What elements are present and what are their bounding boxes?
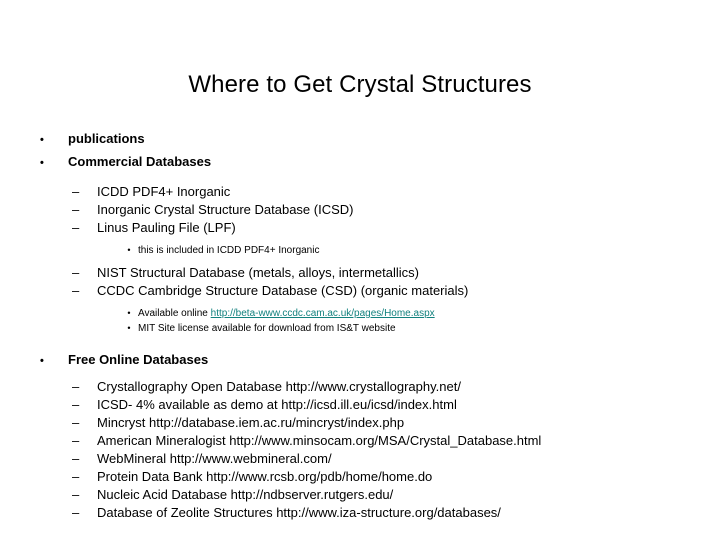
dash-marker-icon: – — [72, 379, 80, 394]
bullet-item-protein-data-bank: – Protein Data Bank http://www.rcsb.org/… — [0, 468, 720, 486]
bullet-item-zeolite-structures: – Database of Zeolite Structures http://… — [0, 504, 720, 522]
bullet-text: WebMineral http://www.webmineral.com/ — [97, 451, 332, 466]
bullet-text: ICSD- 4% available as demo at http://ics… — [97, 397, 457, 412]
bullet-text: NIST Structural Database (metals, alloys… — [97, 265, 419, 280]
bullet-item-cod: – Crystallography Open Database http://w… — [0, 378, 720, 396]
bullet-marker-icon: • — [40, 157, 44, 169]
bullet-text: Inorganic Crystal Structure Database (IC… — [97, 202, 354, 217]
bullet-item-nucleic-acid-database: – Nucleic Acid Database http://ndbserver… — [0, 486, 720, 504]
bullet-text: Mincryst http://database.iem.ac.ru/mincr… — [97, 415, 405, 430]
bullet-marker-icon: • — [40, 355, 44, 367]
bullet-text: Database of Zeolite Structures http://ww… — [97, 505, 501, 520]
bullet-item-commercial-databases: • Commercial Databases — [0, 151, 720, 174]
dash-marker-icon: – — [72, 265, 80, 280]
bullet-item-ccdc: – CCDC Cambridge Structure Database (CSD… — [0, 282, 720, 300]
bullet-text: Protein Data Bank http://www.rcsb.org/pd… — [97, 469, 433, 484]
bullet-item-icdd-pdf4: – ICDD PDF4+ Inorganic — [0, 183, 720, 201]
bullet-text: Linus Pauling File (LPF) — [97, 220, 236, 235]
bullet-marker-icon: • — [127, 323, 131, 333]
slide-body-content: • publications • Commercial Databases – … — [0, 128, 720, 522]
bullet-marker-icon: • — [127, 308, 131, 318]
bullet-item-american-mineralogist: – American Mineralogist http://www.minso… — [0, 432, 720, 450]
bullet-marker-icon: • — [40, 134, 44, 146]
available-online-label: Available online — [138, 308, 211, 319]
slide-title: Where to Get Crystal Structures — [188, 71, 532, 99]
dash-marker-icon: – — [72, 184, 80, 199]
dash-marker-icon: – — [72, 283, 80, 298]
dash-marker-icon: – — [72, 433, 80, 448]
dash-marker-icon: – — [72, 451, 80, 466]
dash-marker-icon: – — [72, 415, 80, 430]
bullet-text: Free Online Databases — [68, 352, 209, 367]
bullet-item-icsd-demo: – ICSD- 4% available as demo at http://i… — [0, 396, 720, 414]
bullet-item-nist: – NIST Structural Database (metals, allo… — [0, 264, 720, 282]
bullet-text: CCDC Cambridge Structure Database (CSD) … — [97, 283, 469, 298]
bullet-item-mincryst: – Mincryst http://database.iem.ac.ru/min… — [0, 414, 720, 432]
bullet-item-icsd: – Inorganic Crystal Structure Database (… — [0, 201, 720, 219]
bullet-text: Nucleic Acid Database http://ndbserver.r… — [97, 487, 394, 502]
bullet-marker-icon: • — [127, 245, 131, 255]
ccdc-home-link[interactable]: http://beta-www.ccdc.cam.ac.uk/pages/Hom… — [211, 308, 435, 319]
bullet-item-webmineral: – WebMineral http://www.webmineral.com/ — [0, 450, 720, 468]
bullet-item-lpf-note: • this is included in ICDD PDF4+ Inorgan… — [0, 243, 720, 258]
bullet-text: Crystallography Open Database http://www… — [97, 379, 461, 394]
bullet-item-ccdc-available-online: • Available online http://beta-www.ccdc.… — [0, 306, 720, 321]
dash-marker-icon: – — [72, 397, 80, 412]
bullet-item-lpf: – Linus Pauling File (LPF) — [0, 219, 720, 237]
bullet-text-with-link: Available online http://beta-www.ccdc.ca… — [138, 306, 720, 321]
dash-marker-icon: – — [72, 505, 80, 520]
presentation-slide: Where to Get Crystal Structures • public… — [0, 0, 720, 540]
bullet-text: publications — [68, 131, 145, 146]
bullet-text: this is included in ICDD PDF4+ Inorganic — [138, 245, 320, 256]
bullet-text: MIT Site license available for download … — [138, 323, 396, 334]
bullet-text: Commercial Databases — [68, 154, 212, 169]
bullet-item-publications: • publications — [0, 128, 720, 151]
dash-marker-icon: – — [72, 487, 80, 502]
dash-marker-icon: – — [72, 469, 80, 484]
bullet-text: American Mineralogist http://www.minsoca… — [97, 433, 542, 448]
bullet-item-ccdc-mit-license: • MIT Site license available for downloa… — [0, 321, 720, 336]
bullet-text: ICDD PDF4+ Inorganic — [97, 184, 231, 199]
bullet-item-free-online-databases: • Free Online Databases — [0, 349, 720, 372]
dash-marker-icon: – — [72, 202, 80, 217]
dash-marker-icon: – — [72, 220, 80, 235]
